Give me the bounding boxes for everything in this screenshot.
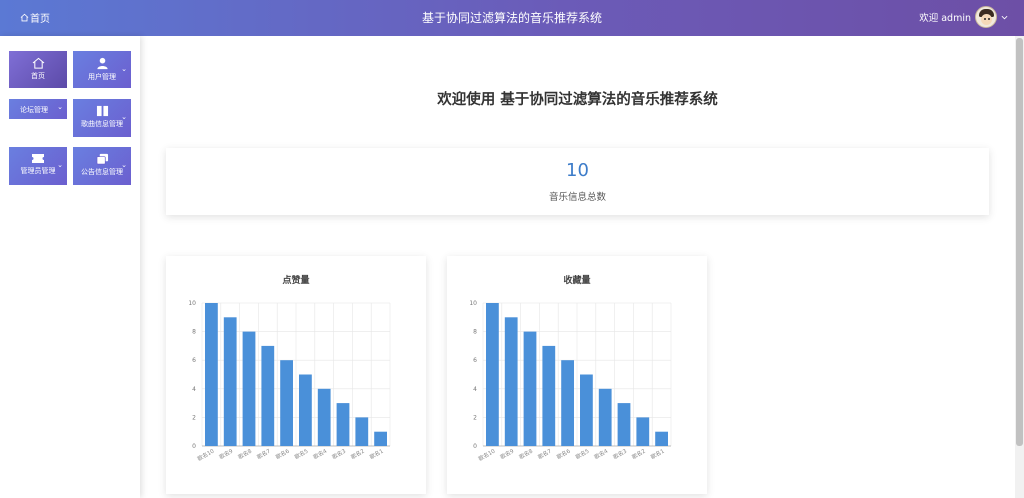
y-tick-label: 10 — [188, 300, 196, 307]
stat-label: 音乐信息总数 — [548, 192, 606, 203]
app-title: 基于协同过滤算法的音乐推荐系统 — [421, 11, 602, 25]
likes-bar-chart: 0 2 4 6 8 10 歌名10 歌名9 歌名8 歌名7 歌名6 歌名5 歌名4 歌名3 歌名2 歌名1 — [188, 300, 391, 463]
x-tick-label: 歌名9 — [499, 447, 516, 461]
bar — [504, 317, 518, 446]
x-tick-label: 歌名1 — [649, 447, 666, 461]
chevron-down-icon: ⌄ — [121, 161, 127, 169]
home-icon — [32, 57, 44, 69]
bar — [223, 317, 237, 446]
stat-value: 10 — [566, 160, 589, 181]
sidebar-item-home[interactable]: 首页 — [9, 51, 67, 88]
x-tick-label: 歌名7 — [536, 447, 553, 461]
chevron-down-icon[interactable] — [1001, 14, 1008, 21]
bar — [205, 303, 218, 446]
book-icon — [96, 105, 108, 117]
x-tick-label: 歌名2 — [630, 447, 647, 461]
copy-icon — [96, 153, 108, 165]
bar — [523, 331, 537, 446]
x-tick-label: 歌名3 — [330, 447, 347, 461]
avatar[interactable] — [975, 6, 997, 28]
y-tick-label: 6 — [192, 357, 196, 364]
chart-card-favorites: 收藏量 0 2 4 6 8 10 歌名10 歌名9 歌名8 歌名7 歌名6 歌名5 歌名4 歌名3 歌名2 歌… — [447, 256, 707, 494]
stat-card: 10 音乐信息总数 — [166, 148, 989, 215]
scrollbar-thumb[interactable] — [1016, 38, 1023, 446]
chevron-down-icon: ⌄ — [121, 65, 127, 73]
sidebar-item-users[interactable]: 用户管理 ⌄ — [73, 51, 131, 88]
user-menu[interactable]: 欢迎 admin — [919, 6, 1008, 28]
chart-card-likes: 点赞量 0 2 4 6 8 10 歌名10 歌名9 歌名8 歌名7 歌名6 歌名5 歌名4 歌名3 歌名2 歌… — [166, 256, 426, 494]
bar — [580, 374, 593, 446]
y-tick-label: 10 — [469, 300, 477, 307]
y-tick-label: 0 — [473, 443, 477, 450]
sidebar-item-admins[interactable]: 管理员管理 ⌄ — [9, 147, 67, 185]
welcome-heading: 欢迎使用 基于协同过滤算法的音乐推荐系统 — [437, 92, 718, 108]
bar — [598, 388, 612, 446]
x-tick-label: 歌名4 — [312, 447, 329, 461]
x-tick-label: 歌名5 — [574, 447, 591, 461]
x-tick-label: 歌名6 — [555, 447, 572, 461]
bar — [336, 403, 350, 446]
page-scrollbar[interactable] — [1015, 36, 1024, 498]
y-tick-label: 8 — [192, 329, 196, 336]
bar — [561, 360, 574, 446]
bar — [280, 360, 293, 446]
x-tick-label: 歌名9 — [218, 447, 235, 461]
bar — [617, 403, 631, 446]
chevron-down-icon: ⌄ — [57, 103, 63, 111]
x-tick-label: 歌名4 — [593, 447, 610, 461]
bar — [261, 345, 275, 446]
sidebar-item-forum[interactable]: 论坛管理 ⌄ — [9, 99, 67, 119]
favorites-bar-chart: 0 2 4 6 8 10 歌名10 歌名9 歌名8 歌名7 歌名6 歌名5 歌名4 歌名3 歌名2 歌名1 — [469, 300, 672, 463]
bar — [374, 431, 387, 446]
bar — [355, 417, 369, 446]
bar — [317, 388, 331, 446]
top-bar: 首页 基于协同过滤算法的音乐推荐系统 欢迎 admin — [0, 0, 1024, 36]
x-tick-label: 歌名10 — [477, 447, 497, 463]
y-tick-label: 4 — [192, 386, 196, 393]
y-tick-label: 2 — [192, 414, 196, 421]
x-tick-label: 歌名2 — [349, 447, 366, 461]
x-tick-label: 歌名5 — [293, 447, 310, 461]
bar — [636, 417, 650, 446]
chevron-down-icon: ⌄ — [121, 113, 127, 121]
x-tick-label: 歌名6 — [274, 447, 291, 461]
x-tick-label: 歌名7 — [255, 447, 272, 461]
y-tick-label: 4 — [473, 386, 477, 393]
x-tick-label: 歌名1 — [368, 447, 385, 461]
bar — [655, 431, 668, 446]
sidebar-item-label: 用户管理 — [88, 73, 116, 81]
sidebar-item-songs[interactable]: 歌曲信息管理 ⌄ — [73, 99, 131, 137]
sidebar-item-label: 首页 — [31, 72, 45, 80]
sidebar: 首页 用户管理 ⌄ 论坛管理 ⌄ 歌曲信息管理 ⌄ 管理员管理 ⌄ 公告信息管理 — [0, 36, 140, 498]
y-tick-label: 0 — [192, 443, 196, 450]
bar — [242, 331, 256, 446]
y-tick-label: 2 — [473, 414, 477, 421]
user-icon — [96, 57, 108, 70]
bar — [299, 374, 312, 446]
y-tick-label: 6 — [473, 357, 477, 364]
x-tick-label: 歌名3 — [611, 447, 628, 461]
ticket-icon — [32, 154, 44, 163]
y-tick-label: 8 — [473, 329, 477, 336]
bar — [486, 303, 499, 446]
welcome-user-text: 欢迎 admin — [919, 13, 971, 24]
bar — [542, 345, 556, 446]
x-tick-label: 歌名8 — [517, 447, 534, 461]
x-tick-label: 歌名8 — [236, 447, 253, 461]
chevron-down-icon: ⌄ — [57, 161, 63, 169]
x-tick-label: 歌名10 — [196, 447, 216, 463]
sidebar-item-notices[interactable]: 公告信息管理 ⌄ — [73, 147, 131, 185]
